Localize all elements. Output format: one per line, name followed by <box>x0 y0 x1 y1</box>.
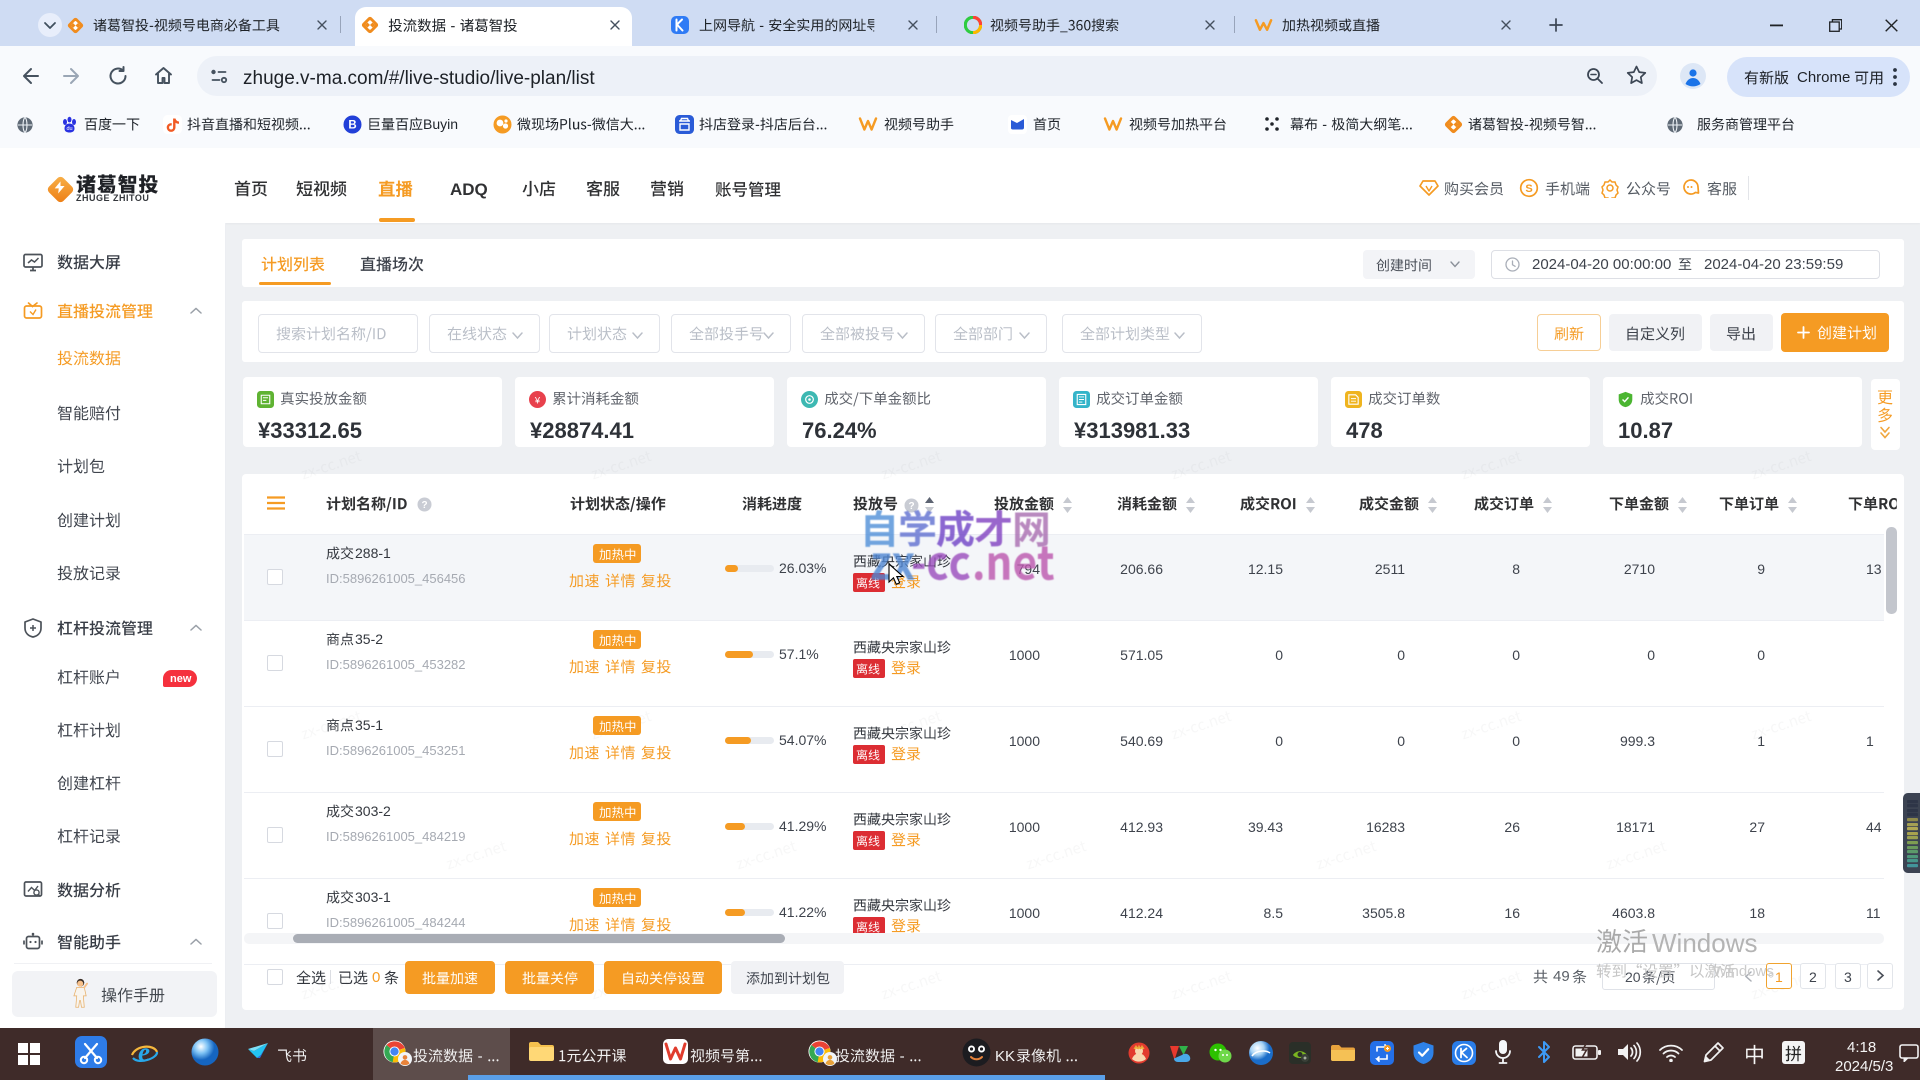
svg-text:?: ? <box>421 500 427 511</box>
svg-text:S: S <box>1525 183 1532 195</box>
svg-text:du: du <box>66 126 72 132</box>
svg-text:B: B <box>348 120 356 132</box>
svg-text:e: e <box>138 1037 150 1067</box>
svg-text:¥: ¥ <box>534 395 541 405</box>
